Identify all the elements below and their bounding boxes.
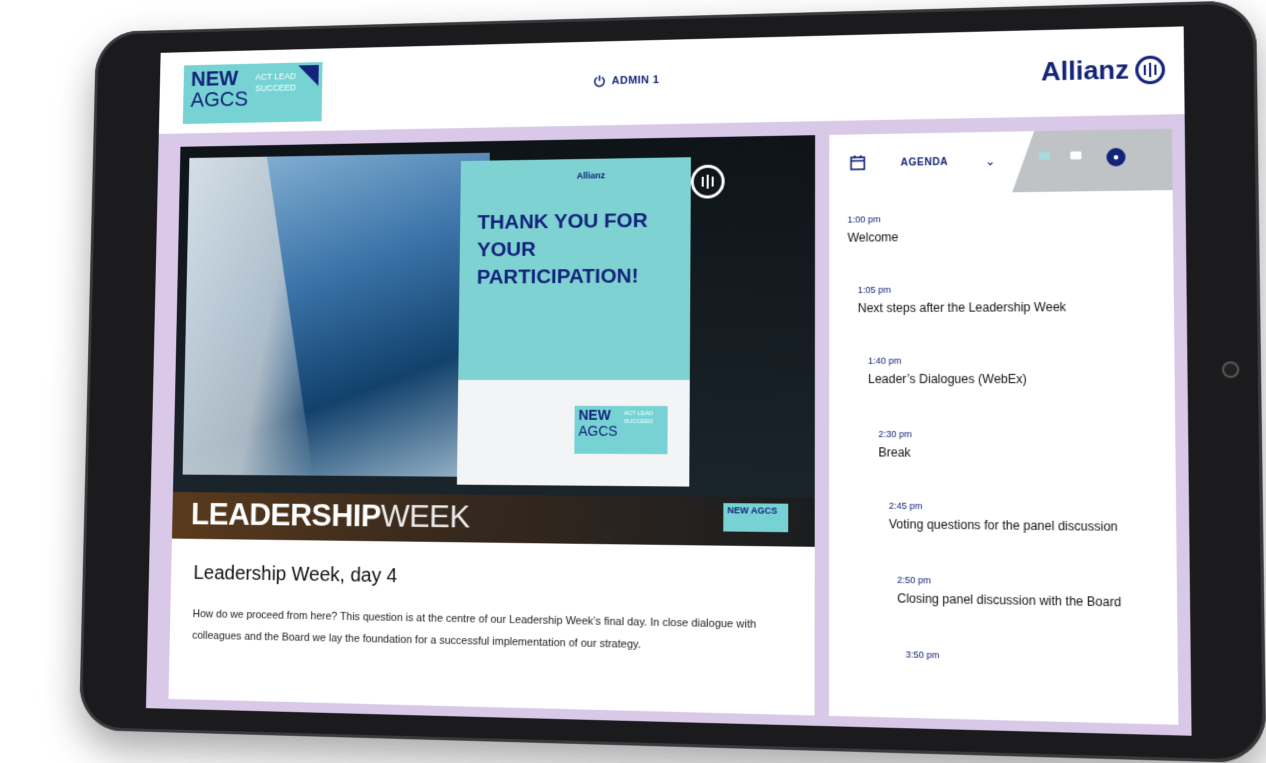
allianz-brand: Allianz (1041, 53, 1165, 87)
slide-logo-tagline: ACT LEAD SUCCEED (624, 410, 668, 426)
list-item[interactable]: 1:05 pm Next steps after the Leadership … (858, 283, 1179, 316)
calendar-icon[interactable] (850, 154, 866, 170)
slide-message: THANK YOU FOR YOUR PARTICIPATION! (477, 207, 683, 292)
agenda-title: Voting questions for the panel discussio… (889, 517, 1179, 535)
main-card: Allianz THANK YOU FOR YOUR PARTICIPATION… (168, 135, 815, 715)
agenda-time: 2:50 pm (897, 575, 1178, 591)
leadership-week-banner: LEADERSHIPWEEK (191, 496, 470, 535)
agenda-title (906, 666, 1179, 674)
list-item[interactable]: 2:30 pm Break (878, 429, 1178, 462)
list-item[interactable]: 1:00 pm Welcome (848, 210, 1179, 244)
new-agcs-logo[interactable]: NEW AGCS ACT LEAD SUCCEED (183, 62, 323, 124)
agenda-tab[interactable]: AGENDA (901, 157, 949, 169)
list-item[interactable]: 1:40 pm Leader’s Dialogues (WebEx) (868, 355, 1178, 386)
home-button (1222, 361, 1240, 378)
list-item[interactable]: 2:45 pm Voting questions for the panel d… (889, 501, 1179, 536)
list-item[interactable]: 2:50 pm Closing panel discussion with th… (897, 575, 1178, 612)
tablet-frame: NEW AGCS ACT LEAD SUCCEED ADMIN 1 Allian… (79, 0, 1266, 763)
agenda-time: 1:05 pm (858, 283, 1179, 295)
agenda-title: Welcome (848, 227, 1179, 245)
admin-logout[interactable]: ADMIN 1 (593, 73, 659, 87)
agenda-time: 3:50 pm (906, 649, 1179, 667)
article-body: How do we proceed from here? This questi… (192, 603, 778, 659)
chat-icon[interactable] (1037, 149, 1052, 163)
chevron-down-icon[interactable]: ⌄ (985, 154, 996, 168)
admin-label: ADMIN 1 (612, 74, 660, 87)
power-icon (593, 74, 606, 87)
app-screen: NEW AGCS ACT LEAD SUCCEED ADMIN 1 Allian… (146, 26, 1192, 735)
brand-name: Allianz (1041, 54, 1129, 87)
agenda-time: 2:45 pm (889, 501, 1179, 515)
agenda-time: 2:30 pm (878, 429, 1178, 441)
slide-logo: NEW AGCS ACT LEAD SUCCEED (574, 406, 667, 454)
hero-allianz-icon (691, 165, 725, 199)
agenda-title: Leader’s Dialogues (WebEx) (868, 372, 1178, 387)
list-item[interactable]: 3:50 pm (906, 649, 1179, 673)
logo-triangle (298, 65, 319, 86)
agenda-time: 1:00 pm (848, 210, 1179, 224)
agenda-panel: AGENDA ⌄ ● 1:00 pm Welcome (829, 129, 1178, 725)
slide-logo-new: NEW (579, 408, 611, 422)
agenda-header: AGENDA ⌄ ● (829, 129, 1172, 195)
agenda-title: Next steps after the Leadership Week (858, 299, 1179, 315)
header-tabs-background (1012, 129, 1173, 193)
banner-light: WEEK (380, 498, 469, 535)
content-area: Allianz THANK YOU FOR YOUR PARTICIPATION… (146, 114, 1192, 736)
agenda-list: 1:00 pm Welcome 1:05 pm Next steps after… (829, 211, 1173, 215)
agenda-title: Break (878, 445, 1178, 461)
slide-logo-agcs: AGCS (578, 424, 617, 438)
logo-agcs-text: AGCS (190, 88, 248, 110)
allianz-mark-icon (1135, 55, 1165, 84)
agenda-time: 1:40 pm (868, 355, 1178, 366)
slide-brand: Allianz (577, 170, 605, 180)
hero-small-logo: NEW AGCS (723, 503, 788, 532)
message-icon[interactable] (1069, 149, 1084, 163)
article-title: Leadership Week, day 4 (193, 562, 397, 588)
hero-image: Allianz THANK YOU FOR YOUR PARTICIPATION… (172, 135, 815, 547)
banner-bold: LEADERSHIP (191, 496, 381, 533)
agenda-title: Closing panel discussion with the Board (897, 591, 1178, 612)
